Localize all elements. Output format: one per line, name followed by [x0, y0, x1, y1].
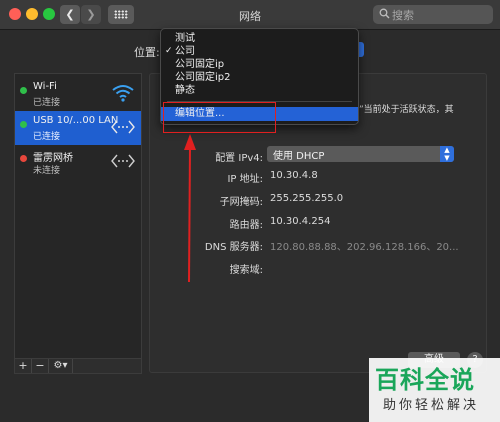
service-item-usb-lan[interactable]: USB 10/...00 LAN 已连接	[15, 111, 141, 145]
dns-server-value: 120.80.88.88、202.96.128.166、20...	[270, 242, 459, 253]
menu-item-label: 静态	[175, 85, 195, 96]
status-dot	[20, 155, 27, 162]
menu-item-location-company[interactable]: ✓ 公司	[161, 45, 358, 58]
service-item-thunderbolt-bridge[interactable]: 雷雳网桥 未连接	[15, 145, 141, 179]
checkmark-icon: ✓	[165, 46, 173, 56]
menu-item-location-company-static-ip[interactable]: 公司固定ip	[161, 58, 358, 71]
service-status: 已连接	[33, 98, 61, 108]
status-dot	[20, 87, 27, 94]
menu-item-label: 公司固定ip2	[175, 72, 231, 83]
gear-menu-button[interactable]: ⚙▾	[49, 359, 73, 373]
search-field[interactable]: 搜索	[373, 5, 493, 24]
service-name: USB 10/...00 LAN	[33, 115, 119, 126]
service-list: Wi-Fi 已连接 USB 10/...00 LAN 已连接 雷雳网桥 未连接	[14, 73, 142, 373]
router-value: 10.30.4.254	[270, 216, 331, 227]
subnet-mask-value: 255.255.255.0	[270, 193, 344, 204]
ip-address-value: 10.30.4.8	[270, 170, 318, 181]
search-domain-label: 搜索域:	[229, 265, 263, 276]
search-icon	[379, 8, 390, 19]
ethernet-icon	[111, 154, 135, 168]
menu-item-label: 公司固定ip	[175, 59, 225, 70]
service-name: Wi-Fi	[33, 81, 57, 92]
updown-chevron-icon: ▲ ▼	[440, 146, 454, 162]
router-label: 路由器:	[229, 220, 263, 231]
titlebar: ❮ ❯ 网络 搜索	[0, 0, 500, 30]
menu-item-location-static[interactable]: 静态	[161, 84, 358, 97]
dns-server-label: DNS 服务器:	[204, 242, 263, 253]
subnet-mask-label: 子网掩码:	[219, 197, 263, 208]
status-dot	[20, 121, 27, 128]
search-placeholder: 搜索	[392, 9, 414, 22]
configure-ipv4-select[interactable]: 使用 DHCP ▲ ▼	[267, 146, 454, 162]
menu-item-location-company-static-ip2[interactable]: 公司固定ip2	[161, 71, 358, 84]
service-name: 雷雳网桥	[33, 153, 73, 164]
service-status: 已连接	[33, 132, 61, 142]
network-preferences-window: ❮ ❯ 网络 搜索 位置: Wi-Fi 已连接 USB 10/...00 LAN…	[0, 0, 500, 422]
remove-service-button[interactable]: −	[32, 359, 49, 373]
service-status: 未连接	[33, 166, 61, 176]
ip-address-label: IP 地址:	[227, 174, 263, 185]
annotation-highlight-box	[163, 102, 276, 133]
add-service-button[interactable]: +	[15, 359, 32, 373]
ethernet-icon	[111, 120, 135, 134]
watermark-subtitle: 助你轻松解决	[383, 398, 480, 413]
watermark-title: 百科全说	[375, 366, 475, 394]
configure-ipv4-label: 配置 IPv4:	[215, 153, 263, 164]
service-item-wifi[interactable]: Wi-Fi 已连接	[15, 77, 141, 111]
status-description: ”当前处于活跃状态，其	[359, 105, 454, 115]
location-label: 位置:	[134, 46, 160, 59]
wifi-icon	[112, 85, 134, 102]
configure-ipv4-value: 使用 DHCP	[273, 151, 325, 162]
sidebar-toolbar: + − ⚙▾	[14, 358, 142, 374]
menu-item-location-test[interactable]: 测试	[161, 32, 358, 45]
menu-item-label: 测试	[175, 33, 195, 44]
watermark-logo: 百科全说 助你轻松解决	[369, 358, 500, 422]
menu-item-label: 公司	[175, 46, 195, 57]
